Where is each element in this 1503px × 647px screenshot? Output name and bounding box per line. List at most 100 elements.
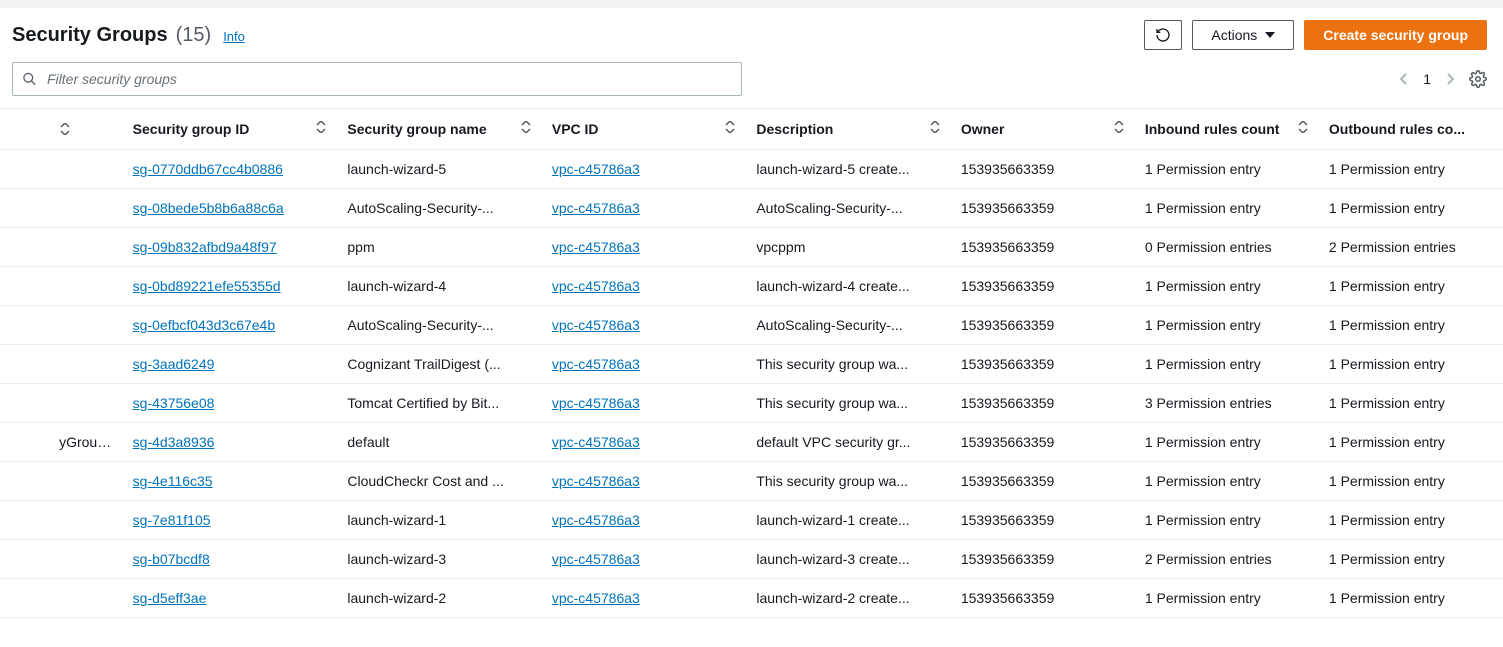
row-name-cell (49, 150, 123, 189)
outbound-cell: 1 Permission entry (1319, 462, 1503, 501)
sgid-link[interactable]: sg-7e81f105 (133, 512, 211, 528)
inbound-cell: 2 Permission entries (1135, 540, 1319, 579)
row-checkbox-cell[interactable] (0, 423, 49, 462)
actions-dropdown-button[interactable]: Actions (1192, 20, 1294, 50)
sgid-link[interactable]: sg-3aad6249 (133, 356, 215, 372)
table-row[interactable]: sg-43756e08 Tomcat Certified by Bit... vpc… (0, 384, 1503, 423)
vpc-link[interactable]: vpc-c45786a3 (552, 317, 640, 333)
table-row[interactable]: sg-b07bcdf8launch-wizard-3vpc-c45786a3la… (0, 540, 1503, 579)
sgid-link[interactable]: sg-08bede5b8b6a88c6a (133, 200, 284, 216)
owner-cell: 153935663359 (951, 267, 1135, 306)
vpc-link[interactable]: vpc-c45786a3 (552, 395, 640, 411)
owner-cell: 153935663359 (951, 540, 1135, 579)
actions-label: Actions (1211, 27, 1257, 43)
outbound-cell: 2 Permission entries (1319, 228, 1503, 267)
security-groups-table: Security group ID Security group name VP… (0, 108, 1503, 618)
column-header-checkbox[interactable] (0, 109, 49, 150)
column-header-sgid[interactable]: Security group ID (123, 109, 338, 150)
column-header-vpc[interactable]: VPC ID (542, 109, 746, 150)
row-checkbox-cell[interactable] (0, 228, 49, 267)
sgid-link[interactable]: sg-09b832afbd9a48f97 (133, 239, 277, 255)
info-link[interactable]: Info (223, 29, 245, 44)
sgid-link[interactable]: sg-0770ddb67cc4b0886 (133, 161, 283, 177)
outbound-cell: 1 Permission entry (1319, 267, 1503, 306)
row-checkbox-cell[interactable] (0, 267, 49, 306)
sgid-link[interactable]: sg-4d3a8936 (133, 434, 215, 450)
outbound-cell: 1 Permission entry (1319, 150, 1503, 189)
vpc-link[interactable]: vpc-c45786a3 (552, 473, 640, 489)
sort-icon (315, 121, 327, 133)
owner-cell: 153935663359 (951, 501, 1135, 540)
vpc-link[interactable]: vpc-c45786a3 (552, 356, 640, 372)
row-checkbox-cell[interactable] (0, 501, 49, 540)
inbound-cell: 1 Permission entry (1135, 462, 1319, 501)
column-header-outbound[interactable]: Outbound rules co... (1319, 109, 1503, 150)
table-row[interactable]: sg-0bd89221efe55355d launch-wizard-4 vpc-c… (0, 267, 1503, 306)
desc-cell: AutoScaling-Security-... (746, 189, 950, 228)
row-checkbox-cell[interactable] (0, 540, 49, 579)
create-security-group-button[interactable]: Create security group (1304, 20, 1487, 50)
column-header-name[interactable] (49, 109, 123, 150)
row-checkbox-cell[interactable] (0, 345, 49, 384)
vpc-link[interactable]: vpc-c45786a3 (552, 512, 640, 528)
vpc-link[interactable]: vpc-c45786a3 (552, 551, 640, 567)
row-checkbox-cell[interactable] (0, 306, 49, 345)
outbound-cell: 1 Permission entry (1319, 423, 1503, 462)
row-checkbox-cell[interactable] (0, 189, 49, 228)
refresh-button[interactable] (1144, 20, 1182, 50)
prev-page-button[interactable] (1399, 72, 1409, 86)
column-header-inbound[interactable]: Inbound rules count (1135, 109, 1319, 150)
column-header-desc[interactable]: Description (746, 109, 950, 150)
sgid-link[interactable]: sg-4e116c35 (133, 473, 213, 489)
vpc-link[interactable]: vpc-c45786a3 (552, 239, 640, 255)
table-row[interactable]: sg-4e116c35CloudCheckr Cost and ...vpc-c… (0, 462, 1503, 501)
sgname-cell: ppm (337, 228, 541, 267)
row-name-cell (49, 462, 123, 501)
sgid-link[interactable]: sg-b07bcdf8 (133, 551, 210, 567)
inbound-cell: 1 Permission entry (1135, 189, 1319, 228)
sgname-cell: Cognizant TrailDigest (... (337, 345, 541, 384)
table-row[interactable]: sg-0efbcf043d3c67e4bAutoScaling-Security… (0, 306, 1503, 345)
table-row[interactable]: sg-08bede5b8b6a88c6a AutoScaling-Security… (0, 189, 1503, 228)
vpc-link[interactable]: vpc-c45786a3 (552, 161, 640, 177)
sort-icon (59, 123, 113, 135)
column-header-sgname[interactable]: Security group name (337, 109, 541, 150)
sgname-cell: Tomcat Certified by Bit... (337, 384, 541, 423)
owner-cell: 153935663359 (951, 345, 1135, 384)
inbound-cell: 1 Permission entry (1135, 345, 1319, 384)
desc-cell: This security group wa... (746, 345, 950, 384)
table-row[interactable]: sg-0770ddb67cc4b0886launch-wizard-5vpc-c… (0, 150, 1503, 189)
table-row[interactable]: yGroup1sg-4d3a8936defaultvpc-c45786a3def… (0, 423, 1503, 462)
search-icon (22, 72, 37, 87)
row-checkbox-cell[interactable] (0, 579, 49, 618)
desc-cell: launch-wizard-5 create... (746, 150, 950, 189)
vpc-link[interactable]: vpc-c45786a3 (552, 434, 640, 450)
vpc-link[interactable]: vpc-c45786a3 (552, 278, 640, 294)
sgid-link[interactable]: sg-0bd89221efe55355d (133, 278, 281, 294)
table-row[interactable]: sg-7e81f105launch-wizard-1vpc-c45786a3la… (0, 501, 1503, 540)
row-checkbox-cell[interactable] (0, 462, 49, 501)
row-name-cell: yGroup1 (49, 423, 123, 462)
owner-cell: 153935663359 (951, 306, 1135, 345)
sgid-link[interactable]: sg-d5eff3ae (133, 590, 207, 606)
outbound-cell: 1 Permission entry (1319, 540, 1503, 579)
outbound-cell: 1 Permission entry (1319, 384, 1503, 423)
page-title: Security Groups (12, 24, 168, 47)
sgid-link[interactable]: sg-43756e08 (133, 395, 215, 411)
vpc-link[interactable]: vpc-c45786a3 (552, 200, 640, 216)
settings-button[interactable] (1469, 70, 1487, 88)
next-page-button[interactable] (1445, 72, 1455, 86)
table-row[interactable]: sg-d5eff3aelaunch-wizard-2vpc-c45786a3la… (0, 579, 1503, 618)
row-checkbox-cell[interactable] (0, 384, 49, 423)
sgid-link[interactable]: sg-0efbcf043d3c67e4b (133, 317, 275, 333)
filter-input[interactable] (12, 62, 742, 96)
row-name-cell (49, 540, 123, 579)
owner-cell: 153935663359 (951, 189, 1135, 228)
row-checkbox-cell[interactable] (0, 150, 49, 189)
vpc-link[interactable]: vpc-c45786a3 (552, 590, 640, 606)
table-row[interactable]: sg-3aad6249 Cognizant TrailDigest (... vpc… (0, 345, 1503, 384)
sgname-cell: launch-wizard-4 (337, 267, 541, 306)
row-name-cell (49, 189, 123, 228)
column-header-owner[interactable]: Owner (951, 109, 1135, 150)
table-row[interactable]: sg-09b832afbd9a48f97ppmvpc-c45786a3vpcpp… (0, 228, 1503, 267)
